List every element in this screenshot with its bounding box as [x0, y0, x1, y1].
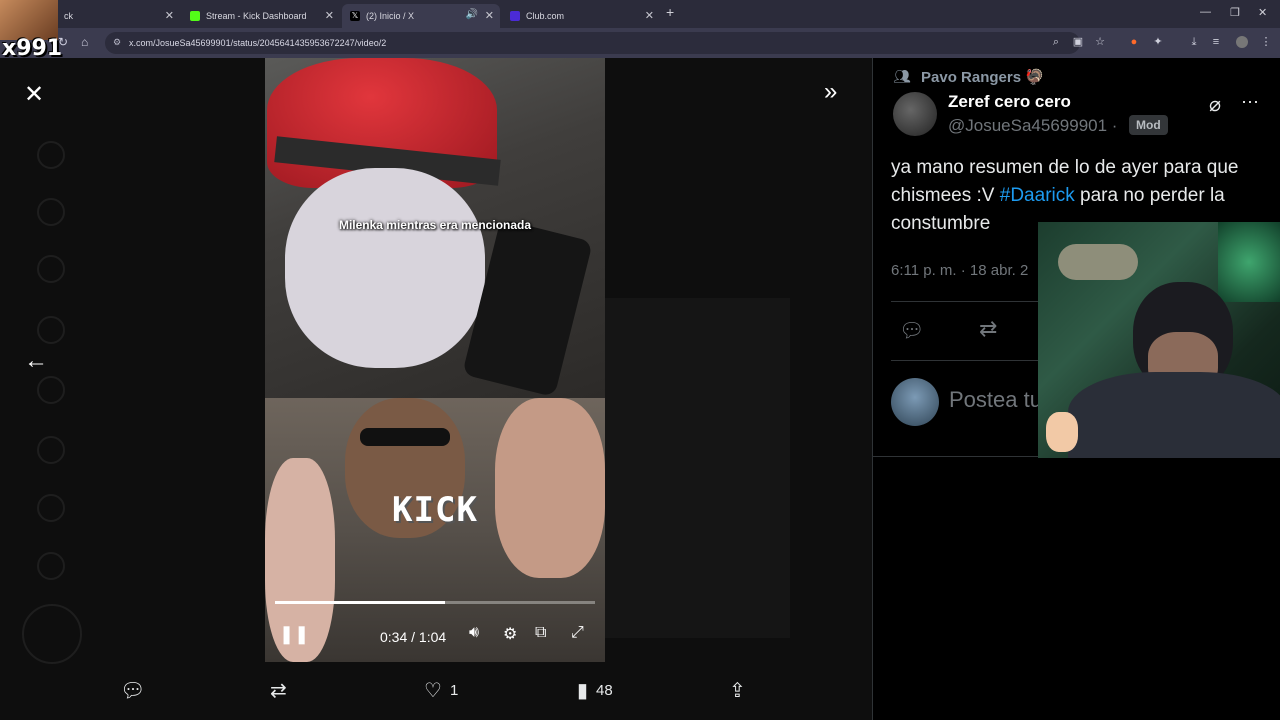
maximize-icon[interactable]: ❐	[1230, 6, 1240, 19]
home-icon[interactable]: ⌂	[81, 35, 88, 49]
like-count: 1	[449, 682, 459, 699]
ghost-notifications-icon	[37, 255, 65, 283]
community-name[interactable]: Pavo Rangers 🦃	[921, 68, 1044, 86]
browser-menu-icon[interactable]: ⋮	[1260, 36, 1272, 48]
picture-in-picture-icon[interactable]: ⧉	[535, 624, 546, 642]
club-favicon-icon	[510, 11, 520, 21]
url-field[interactable]: ⚙ x.com/JosueSa45699901/status/204564143…	[105, 32, 1080, 54]
tab-kick[interactable]: ck ✕	[40, 4, 180, 28]
grok-icon[interactable]: ⌀	[1209, 92, 1221, 117]
community-icon: 👥︎	[893, 68, 911, 84]
browser-tab-bar: ck ✕ Stream - Kick Dashboard ✕ 𝕏 (2) Ini…	[0, 0, 1280, 28]
tab-close-icon[interactable]: ✕	[645, 9, 654, 22]
extension-fox-icon[interactable]: ●	[1128, 36, 1140, 48]
repost-icon: ⇄	[270, 680, 287, 702]
kick-favicon-icon	[190, 11, 200, 21]
tab-label: (2) Inicio / X	[366, 11, 415, 21]
painted-face	[285, 168, 485, 368]
ghost-grok-icon	[37, 376, 65, 404]
settings-gear-icon[interactable]: ⚙	[503, 624, 517, 644]
streamer-avatar	[0, 0, 58, 40]
previous-media-icon[interactable]: ←	[24, 347, 48, 375]
tab-label: Club.com	[526, 11, 565, 21]
site-info-icon[interactable]: ⚙	[113, 37, 121, 48]
author-handle[interactable]: @JosueSa45699901 ·	[948, 116, 1117, 136]
tab-close-icon[interactable]: ✕	[325, 9, 334, 22]
streamer-body	[1068, 372, 1280, 458]
new-tab-icon[interactable]: +	[666, 4, 674, 20]
tab-label: ck	[64, 11, 73, 21]
green-light	[1218, 222, 1280, 302]
repost-button[interactable]: ⇄	[270, 678, 295, 703]
tab-close-icon[interactable]: ✕	[485, 9, 494, 22]
ghost-home-icon	[37, 141, 65, 169]
video-player[interactable]: Milenka mientras era mencionada KICK ❚❚ …	[265, 58, 605, 662]
ghost-more-icon	[37, 552, 65, 580]
expand-panel-icon[interactable]: »	[824, 78, 837, 106]
video-progress-fill	[275, 601, 445, 604]
video-frame-bottom	[265, 398, 605, 662]
download-icon[interactable]: ⤓	[1188, 36, 1200, 48]
views-chart-icon: ▮	[577, 680, 589, 702]
cartoon-sticker	[1046, 412, 1078, 452]
tab-club[interactable]: Club.com ✕	[502, 4, 660, 28]
more-options-icon[interactable]: ⋯	[1241, 92, 1259, 113]
ghost-lists-icon	[37, 436, 65, 464]
video-progress-bar[interactable]	[275, 601, 595, 604]
tab-label: Stream - Kick Dashboard	[206, 11, 307, 21]
tab-kick-dashboard[interactable]: Stream - Kick Dashboard ✕	[182, 4, 340, 28]
person-right	[495, 398, 605, 578]
ghost-search-icon	[37, 198, 65, 226]
like-button[interactable]: ♡ 1	[424, 678, 458, 703]
zoom-icon[interactable]: ⌕	[1050, 36, 1062, 48]
cast-icon[interactable]: ▣	[1072, 36, 1084, 48]
sunglasses	[360, 428, 450, 446]
ghost-messages-icon	[37, 316, 65, 344]
profile-avatar[interactable]	[1236, 36, 1248, 48]
author-avatar[interactable]	[893, 92, 937, 136]
x-favicon-icon: 𝕏	[350, 11, 360, 21]
minimize-icon[interactable]: —	[1200, 6, 1211, 18]
panel-repost-icon[interactable]: ⇄	[979, 316, 997, 342]
current-user-avatar	[891, 378, 939, 426]
heart-icon: ♡	[424, 680, 442, 702]
tab-close-icon[interactable]: ✕	[165, 9, 174, 22]
bookmark-star-icon[interactable]: ☆	[1094, 36, 1106, 48]
views-button[interactable]: ▮ 48	[577, 678, 613, 703]
pause-icon[interactable]: ❚❚	[279, 624, 309, 645]
ghost-profile-icon	[37, 494, 65, 522]
author-display-name[interactable]: Zeref cero cero	[948, 92, 1071, 112]
tab-x-inicio[interactable]: 𝕏 (2) Inicio / X 🔊 ✕	[342, 4, 500, 28]
tweet-timestamp[interactable]: 6:11 p. m. · 18 abr. 2	[891, 262, 1028, 279]
mod-badge: Mod	[1129, 115, 1168, 135]
reply-icon: 💬︎	[120, 680, 146, 702]
address-bar-row: ↻ ⌂ ⚙ x.com/JosueSa45699901/status/20456…	[0, 28, 1280, 58]
media-viewer: ✕ » ← Milenka mientras era mencionada KI…	[0, 58, 872, 720]
close-viewer-icon[interactable]: ✕	[24, 80, 44, 109]
ghost-post-button	[22, 604, 82, 664]
fullscreen-icon[interactable]: ⤢	[571, 624, 584, 642]
extensions-puzzle-icon[interactable]: ✦	[1152, 36, 1164, 48]
tab-audio-icon[interactable]: 🔊	[466, 9, 478, 20]
hashtag-link[interactable]: #Daarick	[1000, 185, 1075, 206]
media-controls-icon[interactable]: ≡	[1210, 36, 1222, 48]
views-count: 48	[596, 682, 613, 699]
microphone	[1058, 244, 1138, 280]
reply-button[interactable]: 💬︎	[120, 678, 153, 703]
window-close-icon[interactable]: ✕	[1258, 6, 1267, 19]
video-caption: Milenka mientras era mencionada	[338, 218, 532, 232]
ghost-media-preview	[605, 298, 790, 638]
share-icon: ⇪	[729, 680, 746, 702]
panel-reply-icon[interactable]: 💬︎	[899, 318, 924, 343]
video-time: 0:34 / 1:04	[380, 629, 447, 645]
volume-icon[interactable]: 🔊︎	[469, 624, 479, 642]
post-action-bar: 💬︎ ⇄ ♡ 1 ▮ 48 ⇪	[0, 678, 872, 720]
kick-logo: KICK	[392, 490, 478, 530]
share-button[interactable]: ⇪	[729, 678, 754, 703]
url-text: x.com/JosueSa45699901/status/20456414359…	[129, 38, 387, 48]
